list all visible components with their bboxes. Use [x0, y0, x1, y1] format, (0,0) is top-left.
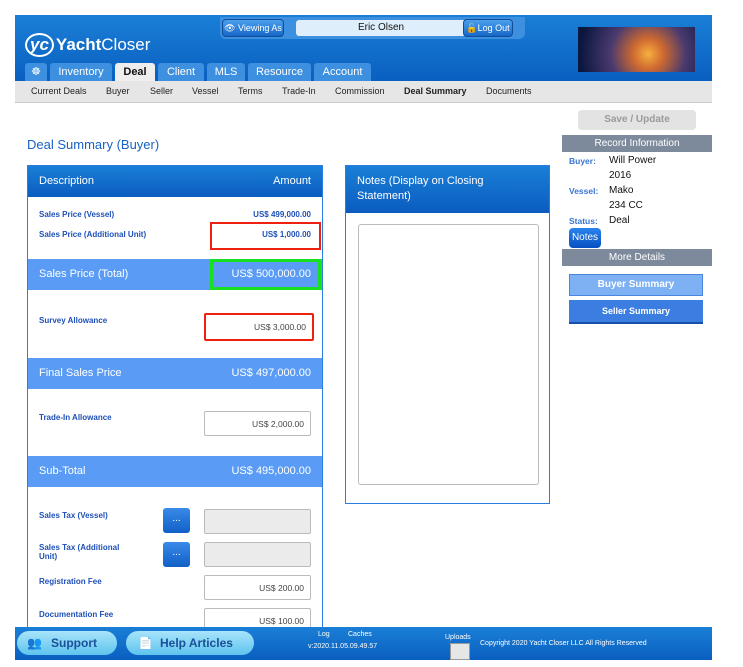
- logout-button[interactable]: 🔓Log Out: [463, 19, 513, 37]
- buyer-name: Will Power: [609, 155, 657, 166]
- sub-total-row: Sub-Total US$ 495,000.00: [28, 456, 322, 487]
- support-button[interactable]: 👥 Support: [17, 631, 117, 655]
- log-link[interactable]: Log: [318, 631, 330, 638]
- sales-price-total-value: US$ 500,000.00: [231, 268, 311, 280]
- notes-button[interactable]: Notes: [569, 228, 601, 248]
- help-articles-label: Help Articles: [160, 636, 233, 650]
- vessel-year: 2016: [609, 170, 632, 181]
- table-header: Description Amount: [28, 166, 322, 197]
- uploads-label: Uploads: [445, 634, 471, 641]
- tab-client[interactable]: Client: [158, 63, 204, 81]
- sales-tax-vessel-label: Sales Tax (Vessel): [39, 511, 108, 520]
- header-photo: [578, 27, 695, 72]
- buyer-summary-button[interactable]: Buyer Summary: [569, 274, 703, 296]
- sales-price-additional-label: Sales Price (Additional Unit): [39, 230, 147, 239]
- version-text: v:2020.11.05.09.49.57: [308, 643, 378, 650]
- vessel-make: Mako: [609, 185, 634, 196]
- notes-title: Notes (Display on Closing Statement): [346, 166, 549, 213]
- sales-tax-vessel-more-button[interactable]: ...: [163, 508, 190, 533]
- yachtcloser-logo[interactable]: yc YachtCloser: [25, 33, 150, 57]
- survey-allowance-input[interactable]: US$ 3,000.00: [204, 313, 314, 341]
- sales-price-additional-value: US$ 1,000.00: [262, 230, 311, 239]
- sales-price-total-row: Sales Price (Total) US$ 500,000.00: [28, 259, 322, 290]
- support-label: Support: [51, 636, 97, 650]
- subnav-current-deals[interactable]: Current Deals: [31, 86, 87, 96]
- seller-summary-button[interactable]: Seller Summary: [569, 300, 703, 324]
- viewing-as-user[interactable]: Eric Olsen: [296, 20, 466, 36]
- status-label: Status:: [569, 216, 598, 226]
- sales-price-total-label: Sales Price (Total): [39, 268, 129, 280]
- subnav-commission[interactable]: Commission: [335, 86, 385, 96]
- tab-home[interactable]: ☸: [25, 63, 47, 81]
- more-details-header: More Details: [562, 249, 712, 266]
- status-value: Deal: [609, 215, 630, 226]
- tab-inventory[interactable]: Inventory: [50, 63, 112, 81]
- subnav-seller[interactable]: Seller: [150, 86, 173, 96]
- sales-tax-additional-more-button[interactable]: ...: [163, 542, 190, 567]
- notes-panel: Notes (Display on Closing Statement): [345, 165, 550, 504]
- vessel-label: Vessel:: [569, 186, 599, 196]
- record-information-header: Record Information: [562, 135, 712, 152]
- sub-total-label: Sub-Total: [39, 465, 86, 477]
- sales-tax-additional-label: Sales Tax (Additional Unit): [39, 543, 120, 561]
- uploads-box[interactable]: [450, 643, 470, 660]
- registration-fee-input[interactable]: US$ 200.00: [204, 575, 311, 600]
- support-icon: 👥: [27, 636, 42, 650]
- lock-icon: 🔓: [466, 23, 478, 33]
- sales-price-vessel-value: US$ 499,000.00: [253, 210, 311, 219]
- subnav-trade-in[interactable]: Trade-In: [282, 86, 316, 96]
- buyer-label: Buyer:: [569, 156, 596, 166]
- logout-label: Log Out: [477, 23, 510, 33]
- caches-link[interactable]: Caches: [348, 631, 372, 638]
- final-sales-price-label: Final Sales Price: [39, 367, 122, 379]
- trade-in-allowance-input[interactable]: US$ 2,000.00: [204, 411, 311, 436]
- column-amount: Amount: [273, 175, 311, 187]
- sales-tax-vessel-input[interactable]: [204, 509, 311, 534]
- subnav-terms[interactable]: Terms: [238, 86, 263, 96]
- helm-icon: ☸: [31, 66, 41, 78]
- tab-resource[interactable]: Resource: [248, 63, 311, 81]
- viewing-as-label: Viewing As: [238, 23, 282, 33]
- help-document-icon: 📄: [138, 636, 153, 650]
- tab-account[interactable]: Account: [314, 63, 371, 81]
- sales-tax-additional-input[interactable]: [204, 542, 311, 567]
- sub-total-value: US$ 495,000.00: [231, 465, 311, 477]
- final-sales-price-row: Final Sales Price US$ 497,000.00: [28, 358, 322, 389]
- final-sales-price-value: US$ 497,000.00: [231, 367, 311, 379]
- page-title: Deal Summary (Buyer): [27, 137, 160, 152]
- survey-allowance-label: Survey Allowance: [39, 316, 108, 325]
- registration-fee-label: Registration Fee: [39, 577, 102, 586]
- subnav-deal-summary[interactable]: Deal Summary: [404, 86, 467, 96]
- eye-icon: 👁: [224, 23, 239, 33]
- subnav-buyer[interactable]: Buyer: [106, 86, 130, 96]
- save-update-button[interactable]: Save / Update: [578, 110, 696, 130]
- column-description: Description: [39, 175, 95, 187]
- subnav-vessel[interactable]: Vessel: [192, 86, 219, 96]
- notes-textarea[interactable]: [358, 224, 539, 485]
- sub-navigation: Current Deals Buyer Seller Vessel Terms …: [15, 81, 712, 103]
- app-footer: 👥 Support 📄 Help Articles Log Caches v:202…: [15, 627, 712, 660]
- sales-price-vessel-label: Sales Price (Vessel): [39, 210, 115, 219]
- tab-deal[interactable]: Deal: [115, 63, 155, 82]
- viewing-as-button[interactable]: 👁 Viewing As: [222, 19, 284, 37]
- app-header: yc YachtCloser 👁 Viewing As Eric Olsen 🔓L…: [15, 15, 712, 82]
- subnav-documents[interactable]: Documents: [486, 86, 532, 96]
- trade-in-allowance-label: Trade-In Allowance: [39, 413, 112, 422]
- copyright-text: Copyright 2020 Yacht Closer LLC All Righ…: [480, 640, 647, 647]
- documentation-fee-label: Documentation Fee: [39, 610, 114, 619]
- vessel-model: 234 CC: [609, 200, 643, 211]
- help-articles-button[interactable]: 📄 Help Articles: [126, 631, 254, 655]
- deal-summary-table: Description Amount Sales Price (Vessel) …: [27, 165, 323, 635]
- tab-mls[interactable]: MLS: [207, 63, 245, 81]
